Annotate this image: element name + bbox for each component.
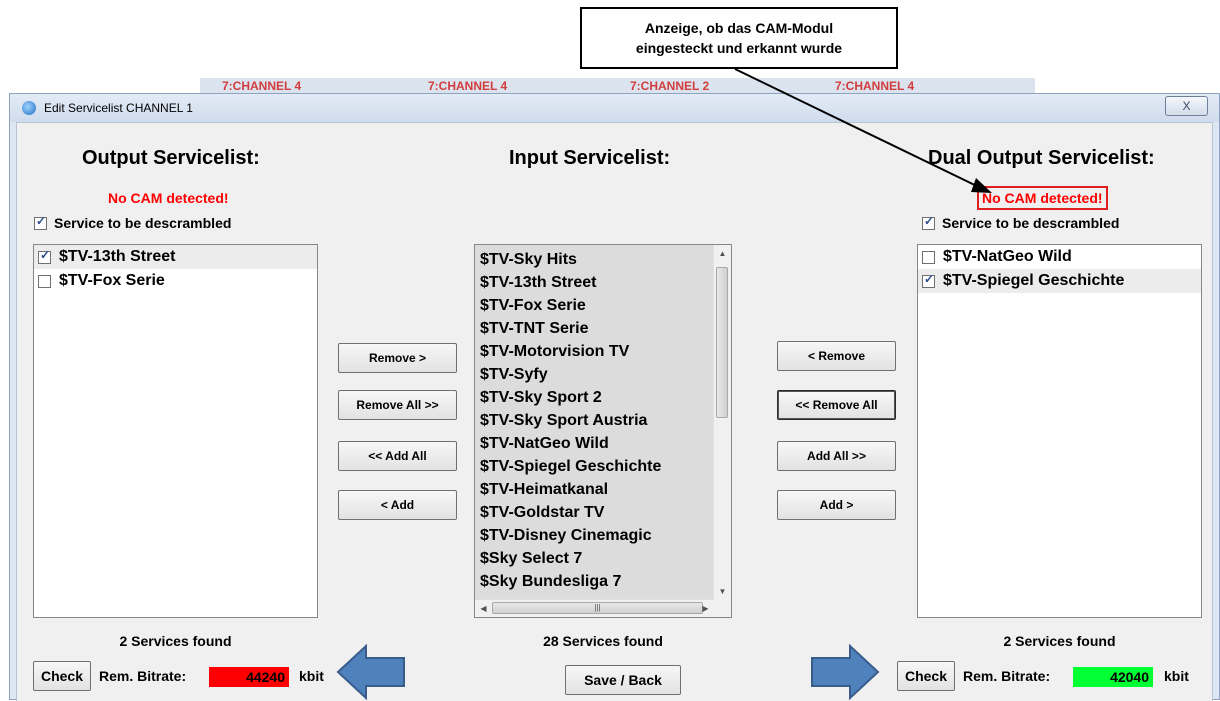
scrollbar-corner xyxy=(714,600,731,617)
dual-output-bitrate-label: Rem. Bitrate: xyxy=(963,668,1051,684)
save-back-button[interactable]: Save / Back xyxy=(565,665,681,695)
big-right-arrow-icon xyxy=(811,644,880,700)
scroll-down-arrow-icon[interactable]: ▼ xyxy=(714,583,731,600)
horizontal-scrollbar[interactable]: ◀ ||| ▶ xyxy=(475,599,714,617)
output-descramble-checkbox[interactable]: Service to be descrambled xyxy=(34,214,232,231)
input-services-count: 28 Services found xyxy=(543,633,663,649)
list-item[interactable]: $TV-Spiegel Geschichte xyxy=(475,455,714,478)
list-item[interactable]: $TV-Heimatkanal xyxy=(475,478,714,501)
checkbox-icon[interactable] xyxy=(922,272,935,288)
scroll-right-arrow-icon[interactable]: ▶ xyxy=(697,600,714,617)
output-services-count: 2 Services found xyxy=(119,633,232,649)
list-item[interactable]: $TV-Disney Cinemagic xyxy=(475,524,714,547)
list-item[interactable]: $TV-TNT Serie xyxy=(475,317,714,340)
list-item[interactable]: $TV-NatGeo Wild xyxy=(475,432,714,455)
checkbox-icon[interactable] xyxy=(38,248,51,264)
vertical-scrollbar[interactable]: ▲ ▼ xyxy=(713,245,731,600)
dual-output-descramble-label: Service to be descrambled xyxy=(942,215,1120,231)
output-service-list[interactable]: $TV-13th Street $TV-Fox Serie xyxy=(33,244,318,618)
list-item[interactable]: $TV-Spiegel Geschichte xyxy=(918,269,1201,293)
list-item[interactable]: $TV-Fox Serie xyxy=(475,294,714,317)
dual-output-services-count: 2 Services found xyxy=(1003,633,1116,649)
service-name: $TV-NatGeo Wild xyxy=(943,248,1072,265)
horizontal-scroll-thumb[interactable]: ||| xyxy=(492,602,703,614)
dual-output-check-button[interactable]: Check xyxy=(897,661,955,691)
checkbox-icon[interactable] xyxy=(38,274,51,288)
background-tab: 7:CHANNEL 4 xyxy=(835,79,915,93)
title-bar: Edit Servicelist CHANNEL 1 X xyxy=(10,94,1219,122)
service-name: $TV-Fox Serie xyxy=(59,272,165,289)
list-item[interactable]: $TV-NatGeo Wild xyxy=(918,245,1201,269)
output-cam-status: No CAM detected! xyxy=(108,190,229,206)
remove-all-button[interactable]: Remove All >> xyxy=(338,390,457,420)
globe-icon xyxy=(22,101,36,115)
dual-add-button[interactable]: Add > xyxy=(777,490,896,520)
background-tab: 7:CHANNEL 4 xyxy=(428,79,508,93)
list-item[interactable]: $TV-Syfy xyxy=(475,363,714,386)
dual-output-cam-status: No CAM detected! xyxy=(977,186,1108,210)
input-servicelist-heading: Input Servicelist: xyxy=(509,147,671,169)
output-bitrate-label: Rem. Bitrate: xyxy=(99,668,187,684)
annotation-callout: Anzeige, ob das CAM-Modul eingesteckt un… xyxy=(580,7,898,69)
output-bitrate-unit: kbit xyxy=(299,668,324,684)
list-item[interactable]: $TV-Goldstar TV xyxy=(475,501,714,524)
close-button[interactable]: X xyxy=(1165,96,1208,116)
dual-output-servicelist-heading: Dual Output Servicelist: xyxy=(928,147,1155,169)
checkbox-icon[interactable] xyxy=(922,250,935,264)
background-tab: 7:CHANNEL 4 xyxy=(222,79,302,93)
annotation-line-1: Anzeige, ob das CAM-Modul xyxy=(644,20,834,36)
dual-add-all-button[interactable]: Add All >> xyxy=(777,441,896,471)
list-item[interactable]: $Sky Bundesliga 7 xyxy=(475,570,714,593)
output-descramble-label: Service to be descrambled xyxy=(54,215,232,231)
output-servicelist-heading: Output Servicelist: xyxy=(82,147,260,169)
add-all-button[interactable]: << Add All xyxy=(338,441,457,471)
dual-remove-all-button[interactable]: << Remove All xyxy=(777,390,896,420)
list-item[interactable]: $TV-Sky Sport 2 xyxy=(475,386,714,409)
vertical-scroll-thumb[interactable] xyxy=(716,267,728,418)
dual-remove-button[interactable]: < Remove xyxy=(777,341,896,371)
checkbox-icon[interactable] xyxy=(922,214,935,230)
dual-output-bitrate-unit: kbit xyxy=(1164,668,1189,684)
input-list-viewport: $TV-Sky Hits $TV-13th Street $TV-Fox Ser… xyxy=(475,248,714,600)
list-item[interactable]: $TV-Sky Sport Austria xyxy=(475,409,714,432)
list-item[interactable]: $TV-13th Street xyxy=(34,245,317,269)
scroll-left-arrow-icon[interactable]: ◀ xyxy=(475,600,492,617)
list-item[interactable]: $TV-Sky Hits xyxy=(475,248,714,271)
service-name: $TV-13th Street xyxy=(59,248,176,265)
background-tab: 7:CHANNEL 2 xyxy=(630,79,710,93)
output-bitrate-value: 44240 xyxy=(209,667,289,687)
scroll-up-arrow-icon[interactable]: ▲ xyxy=(714,245,731,262)
annotation-line-2: eingesteckt und erkannt wurde xyxy=(635,40,843,56)
input-service-list[interactable]: $TV-Sky Hits $TV-13th Street $TV-Fox Ser… xyxy=(474,244,732,618)
list-item[interactable]: $Sky Select 7 xyxy=(475,547,714,570)
list-item[interactable]: $TV-13th Street xyxy=(475,271,714,294)
dual-output-service-list[interactable]: $TV-NatGeo Wild $TV-Spiegel Geschichte xyxy=(917,244,1202,618)
add-button[interactable]: < Add xyxy=(338,490,457,520)
service-name: $TV-Spiegel Geschichte xyxy=(943,272,1125,289)
remove-button[interactable]: Remove > xyxy=(338,343,457,373)
window-title: Edit Servicelist CHANNEL 1 xyxy=(44,101,193,115)
dual-output-bitrate-value: 42040 xyxy=(1073,667,1153,687)
output-check-button[interactable]: Check xyxy=(33,661,91,691)
edit-servicelist-dialog: Edit Servicelist CHANNEL 1 X Output Serv… xyxy=(9,93,1220,701)
dialog-client-area: Output Servicelist: Input Servicelist: D… xyxy=(16,122,1213,701)
dual-output-descramble-checkbox[interactable]: Service to be descrambled xyxy=(922,214,1120,231)
big-left-arrow-icon xyxy=(336,644,405,700)
list-item[interactable]: $TV-Motorvision TV xyxy=(475,340,714,363)
list-item[interactable]: $TV-Fox Serie xyxy=(34,269,317,293)
checkbox-icon[interactable] xyxy=(34,214,47,230)
